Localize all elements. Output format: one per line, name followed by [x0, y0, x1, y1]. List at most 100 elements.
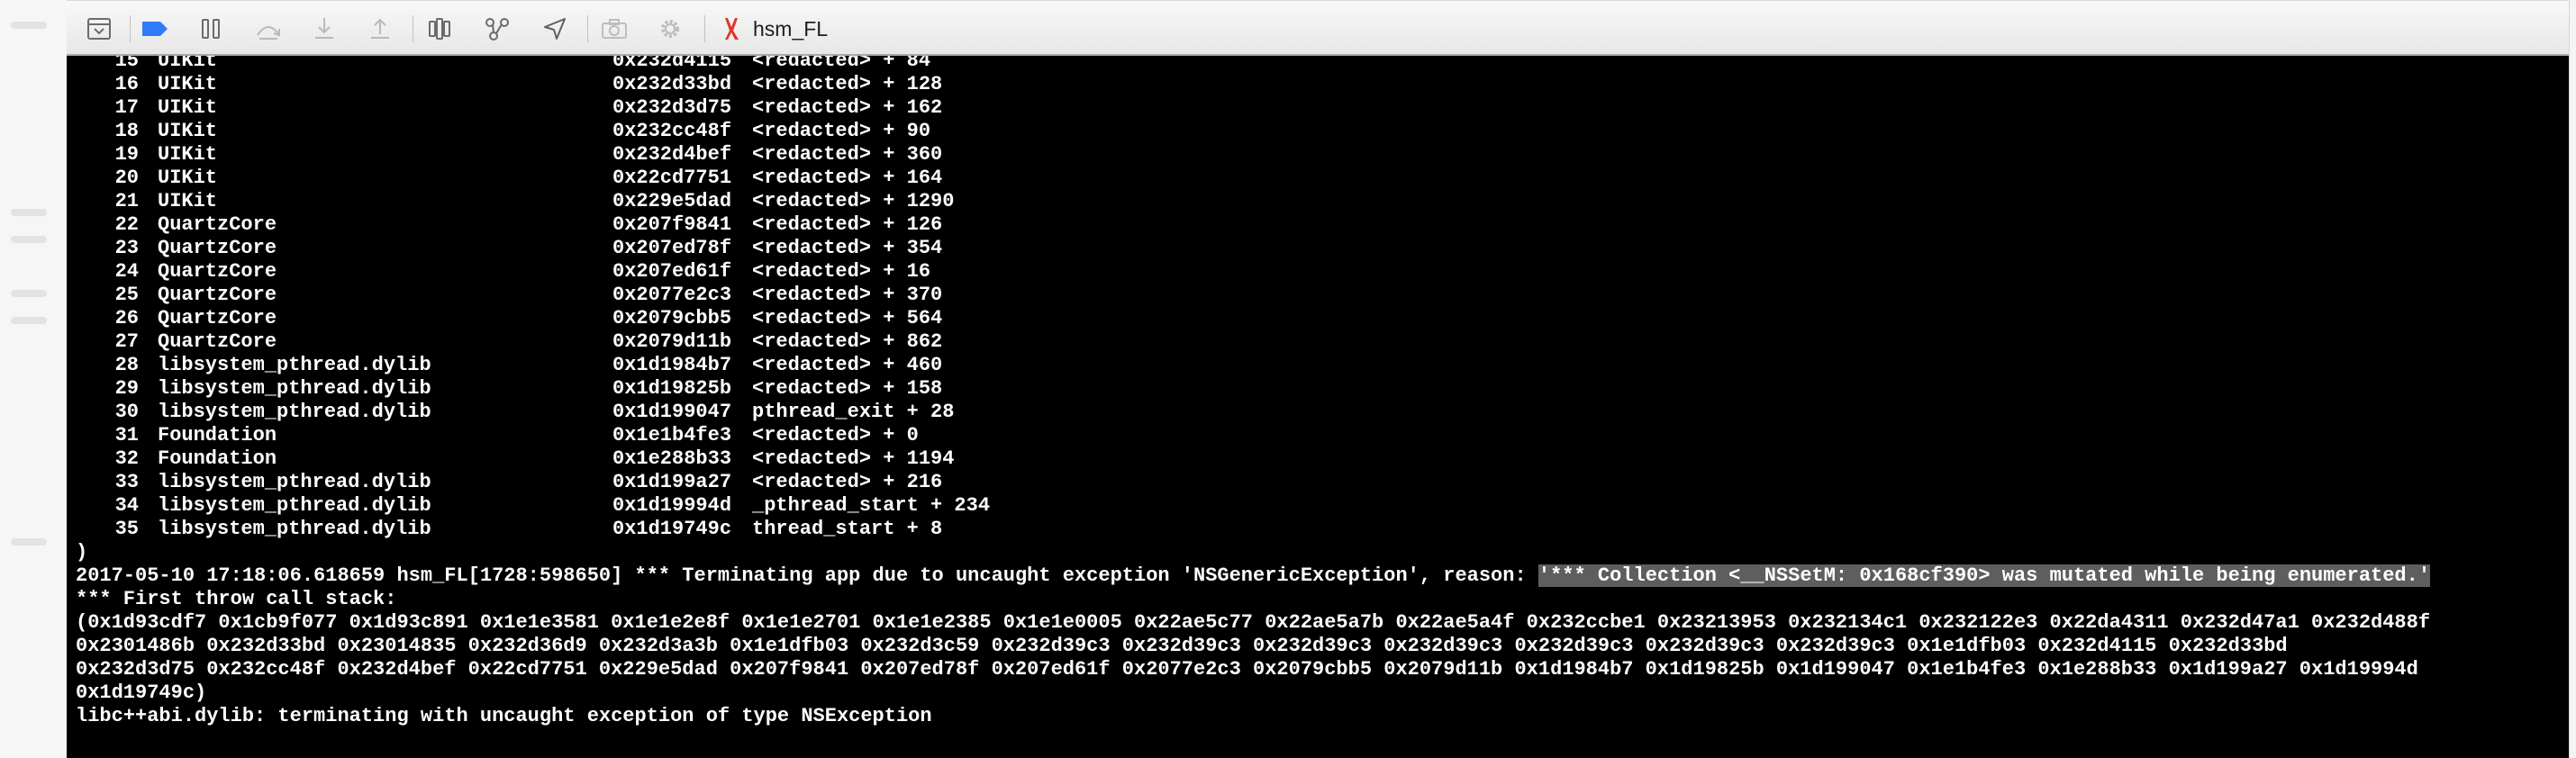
frame-address: 0x1e1b4fe3: [612, 424, 732, 447]
call-stack-line: (0x1d93cdf7 0x1cb9f077 0x1d93c891 0x1e1e…: [76, 611, 2431, 634]
frame-address: 0x207f9841: [612, 213, 732, 236]
frame-address: 0x229e5dad: [612, 190, 732, 212]
breakpoints-toggle-button[interactable]: [139, 13, 171, 45]
stack-frame-row: 24 QuartzCore 0x207ed61f <redacted> + 16: [76, 260, 2562, 284]
frame-library: UIKit: [158, 143, 218, 166]
frame-library: QuartzCore: [158, 237, 277, 259]
frame-library: UIKit: [158, 73, 218, 95]
stack-frame-row: 20 UIKit 0x22cd7751 <redacted> + 164: [76, 167, 2562, 190]
selected-reason-text[interactable]: '*** Collection <__NSSetM: 0x168cf390> w…: [1537, 564, 2431, 587]
frame-number: 24: [114, 260, 139, 283]
frame-symbol: <redacted> + 84: [752, 56, 931, 72]
app-scheme-icon: [717, 14, 748, 44]
frame-symbol: <redacted> + 1290: [752, 190, 955, 212]
debug-memory-graph-button[interactable]: [481, 13, 513, 45]
frame-symbol: <redacted> + 216: [752, 471, 943, 493]
frame-address: 0x22cd7751: [612, 167, 732, 189]
step-over-button[interactable]: [252, 13, 285, 45]
frame-symbol: <redacted> + 162: [752, 96, 943, 119]
camera-button[interactable]: [598, 13, 630, 45]
frame-library: QuartzCore: [158, 213, 277, 236]
stack-frame-row: 22 QuartzCore 0x207f9841 <redacted> + 126: [76, 213, 2562, 237]
frame-address: 0x207ed61f: [612, 260, 732, 283]
toolbar-separator: [587, 15, 588, 42]
step-out-icon: [371, 18, 389, 39]
camera-icon: [602, 19, 627, 39]
frame-address: 0x232d3d75: [612, 96, 732, 119]
frame-symbol: <redacted> + 862: [752, 330, 943, 353]
stack-frame-row: 18 UIKit 0x232cc48f <redacted> + 90: [76, 120, 2562, 143]
frame-library: UIKit: [158, 190, 218, 212]
frame-library: libsystem_pthread.dylib: [158, 494, 431, 517]
gear-icon: [661, 20, 679, 38]
stack-frame-row: 29 libsystem_pthread.dylib 0x1d19825b <reda…: [76, 377, 2562, 401]
frame-number: 22: [114, 213, 139, 236]
step-into-icon: [315, 18, 333, 39]
frame-number: 18: [114, 120, 139, 142]
frame-address: 0x1d19749c: [612, 518, 732, 540]
hide-debug-area-icon: [87, 18, 111, 40]
stack-frame-row: 27 QuartzCore 0x2079d11b <redacted> + 862: [76, 330, 2562, 354]
final-exception-line: libc++abi.dylib: terminating with uncaug…: [76, 705, 932, 727]
hide-debug-area-button[interactable]: [83, 13, 115, 45]
frame-symbol: _pthread_start + 234: [752, 494, 991, 517]
frame-address: 0x232d4115: [612, 56, 732, 72]
call-stack-line: 0x1d19749c): [76, 681, 207, 704]
frame-library: UIKit: [158, 167, 218, 189]
stack-frame-row: 19 UIKit 0x232d4bef <redacted> + 360: [76, 143, 2562, 167]
step-out-button[interactable]: [364, 13, 396, 45]
simulate-location-button[interactable]: [539, 13, 571, 45]
frame-number: 33: [114, 471, 139, 493]
frame-symbol: <redacted> + 16: [752, 260, 931, 283]
frame-number: 28: [114, 354, 139, 376]
frame-address: 0x207ed78f: [612, 237, 732, 259]
stack-frame-row: 25 QuartzCore 0x2077e2c3 <redacted> + 370: [76, 284, 2562, 307]
frame-address: 0x1d199a27: [612, 471, 732, 493]
frame-address: 0x1d199047: [612, 401, 732, 423]
debug-view-hierarchy-icon: [429, 18, 450, 40]
pause-resume-button[interactable]: [195, 13, 227, 45]
stack-frame-row: 21 UIKit 0x229e5dad <redacted> + 1290: [76, 190, 2562, 213]
frame-number: 23: [114, 237, 139, 259]
breakpoints-toggle-icon: [142, 22, 168, 36]
frame-number: 15: [114, 56, 139, 72]
frame-number: 16: [114, 73, 139, 95]
frame-address: 0x232d4bef: [612, 143, 732, 166]
frame-library: libsystem_pthread.dylib: [158, 401, 431, 423]
call-stack-addresses: (0x1d93cdf7 0x1cb9f077 0x1d93c891 0x1e1e…: [76, 611, 2562, 705]
frame-address: 0x1d19994d: [612, 494, 732, 517]
gutter-mark: [11, 236, 47, 243]
stack-frame-row: 33 libsystem_pthread.dylib 0x1d199a27 <reda…: [76, 471, 2562, 494]
frame-address: 0x232cc48f: [612, 120, 732, 142]
debug-area: hsm_FL 15 UIKit 0x232d4115 <redacted> + 84 1…: [67, 0, 2569, 758]
stack-frame-row: 32 Foundation 0x1e288b33 <redacted> + 1194: [76, 447, 2562, 471]
frame-library: QuartzCore: [158, 330, 277, 353]
frame-address: 0x1d19825b: [612, 377, 732, 400]
stack-frame-row: 34 libsystem_pthread.dylib 0x1d19994d _pthr…: [76, 494, 2562, 518]
frame-address: 0x232d33bd: [612, 73, 732, 95]
stack-frame-row: 15 UIKit 0x232d4115 <redacted> + 84: [76, 56, 2562, 73]
step-into-button[interactable]: [308, 13, 340, 45]
frame-library: Foundation: [158, 424, 277, 447]
stack-frame-list: 15 UIKit 0x232d4115 <redacted> + 84 16 UIKit 0…: [76, 56, 2562, 541]
console-output[interactable]: 15 UIKit 0x232d4115 <redacted> + 84 16 UIKit 0…: [76, 56, 2562, 758]
debug-view-hierarchy-button[interactable]: [423, 13, 456, 45]
closing-paren: ): [76, 541, 88, 564]
call-stack-line: 0x2301486b 0x232d33bd 0x23014835 0x232d3…: [76, 635, 2288, 657]
pause-resume-icon: [202, 19, 220, 39]
frame-number: 17: [114, 96, 139, 119]
frame-symbol: <redacted> + 370: [752, 284, 943, 306]
stack-frame-row: 17 UIKit 0x232d3d75 <redacted> + 162: [76, 96, 2562, 120]
step-over-icon: [257, 26, 280, 40]
gutter-mark: [11, 290, 47, 297]
frame-symbol: thread_start + 8: [752, 518, 943, 540]
frame-library: QuartzCore: [158, 307, 277, 329]
gutter-mark: [11, 538, 47, 546]
frame-number: 32: [114, 447, 139, 470]
gear-button[interactable]: [654, 13, 686, 45]
gutter-mark: [11, 22, 47, 29]
frame-symbol: <redacted> + 164: [752, 167, 943, 189]
frame-number: 34: [114, 494, 139, 517]
frame-symbol: <redacted> + 564: [752, 307, 943, 329]
window-edge: [2569, 0, 2576, 758]
